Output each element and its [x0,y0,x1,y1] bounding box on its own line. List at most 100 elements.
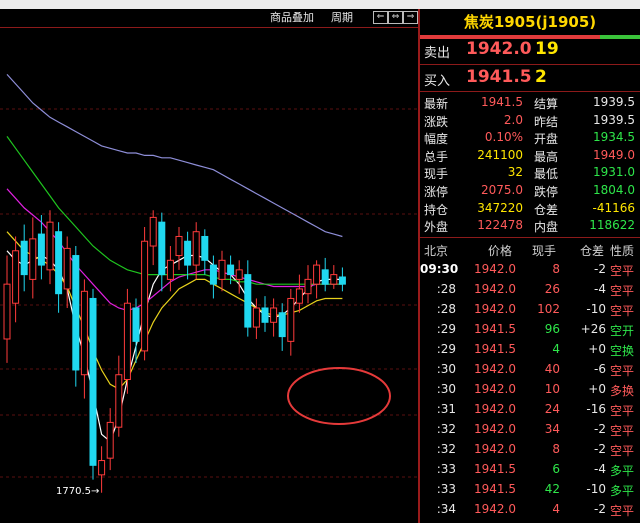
candle-body[interactable] [46,221,54,271]
tick-price: 1941.5 [474,322,516,336]
candle-body[interactable] [252,307,260,328]
candle-body[interactable] [89,297,97,466]
candle-body[interactable] [235,269,243,280]
candle-body[interactable] [201,235,209,261]
tick-time: :29 [436,342,456,356]
candle-body[interactable] [278,312,286,338]
candle-body[interactable] [115,374,123,428]
candle-body[interactable] [72,255,80,371]
tick-nature: 空平 [610,264,635,278]
tick-volume: 6 [552,462,560,476]
candle-body[interactable] [37,233,45,266]
candle-body[interactable] [321,269,329,285]
stat-label: 跌停 [534,185,559,199]
stat-value: 0.10% [484,130,523,145]
ticks-header-time: 北京 [424,244,449,258]
sell-price[interactable]: 1942.0 [466,39,532,59]
stat-label: 最高 [534,149,559,164]
stat-label: 最低 [534,167,559,182]
candle-body[interactable] [313,264,321,285]
stat-label: 现手 [424,167,449,182]
candle-body[interactable] [123,302,131,381]
tick-oi-change: -2 [594,262,606,276]
candle-body[interactable] [209,264,217,285]
tick-price: 1942.0 [474,262,516,276]
candle-body[interactable] [261,307,269,323]
tick-time: :30 [436,382,456,396]
divider [420,64,640,65]
stat-label: 涨停 [424,185,449,199]
layout-left-icon[interactable]: ⇐ [373,11,388,24]
tick-time: :33 [436,482,456,496]
tick-nature: 多平 [610,484,635,498]
candlestick-chart[interactable]: 1770.5 → [0,9,418,523]
tick-volume: 40 [544,362,560,376]
candle-body[interactable] [304,278,312,295]
low-arrow-icon: → [91,486,99,497]
layout-swap-icon[interactable]: ⇔ [388,11,403,24]
candle-body[interactable] [20,240,28,276]
layout-right-icon[interactable]: ⇒ [403,11,418,24]
tick-volume: 24 [544,402,560,416]
tick-oi-change: -2 [594,442,606,456]
candle-body[interactable] [227,264,235,276]
candle-body[interactable] [192,231,200,266]
candle-body[interactable] [63,247,71,290]
candle-body[interactable] [106,421,114,459]
tick-volume: 10 [544,382,560,396]
tick-oi-change: -4 [594,282,606,296]
candle-body[interactable] [55,231,63,295]
candle-body[interactable] [295,288,303,304]
period-button[interactable]: 周期 [331,10,353,26]
tick-price: 1942.0 [474,422,516,436]
candle-body[interactable] [218,259,226,280]
candle-body[interactable] [98,460,106,476]
tick-nature: 空平 [610,444,635,458]
candle-body[interactable] [158,221,166,276]
quote-panel: 焦炭1905(j1905) 卖出 1942.0 19 买入 1941.5 2 最… [420,9,640,523]
candle-body[interactable] [244,274,252,328]
candle-body[interactable] [141,240,149,352]
contract-title: 焦炭1905(j1905) [463,13,597,31]
highlight-circle [287,367,391,425]
candle-body[interactable] [149,216,157,247]
candle-body[interactable] [132,307,140,342]
tick-oi-change: -10 [586,302,606,316]
tick-price: 1942.0 [474,362,516,376]
tick-nature: 空平 [610,424,635,438]
stat-value: 1804.0 [593,183,635,197]
tick-oi-change: -6 [594,362,606,376]
tick-oi-change: +0 [588,382,606,396]
stat-value: 1939.5 [593,112,635,127]
stat-value: 122478 [477,218,523,233]
tick-time: :31 [436,402,456,416]
candle-body[interactable] [166,259,174,280]
candle-body[interactable] [80,290,88,376]
tick-price: 1942.0 [474,282,516,296]
stat-label: 内盘 [534,220,559,235]
buy-label: 买入 [424,74,451,89]
candlestick-chart-panel[interactable]: 1770.5 → [0,9,418,523]
candle-body[interactable] [3,283,11,340]
tick-nature: 空平 [610,304,635,318]
ticks-header-price: 价格 [488,244,513,258]
stat-value: 2075.0 [481,183,523,197]
stat-value: 347220 [477,200,523,215]
candle-body[interactable] [338,276,346,285]
candle-body[interactable] [12,250,20,304]
candle-body[interactable] [330,274,338,285]
candle-body[interactable] [175,235,183,257]
buy-price[interactable]: 1941.5 [466,67,532,87]
candle-body[interactable] [29,238,37,280]
candle-body[interactable] [287,297,295,342]
overlay-button[interactable]: 商品叠加 [270,10,314,26]
tick-oi-change: -2 [594,502,606,516]
stat-label: 外盘 [424,220,449,235]
candle-body[interactable] [270,307,278,323]
tick-time: :30 [436,362,456,376]
candle-body[interactable] [184,240,192,266]
stat-label: 昨结 [534,114,559,129]
tick-volume: 4 [552,502,560,516]
stat-label: 开盘 [534,132,559,147]
bid-ask-ratio-bar-green [600,35,640,39]
